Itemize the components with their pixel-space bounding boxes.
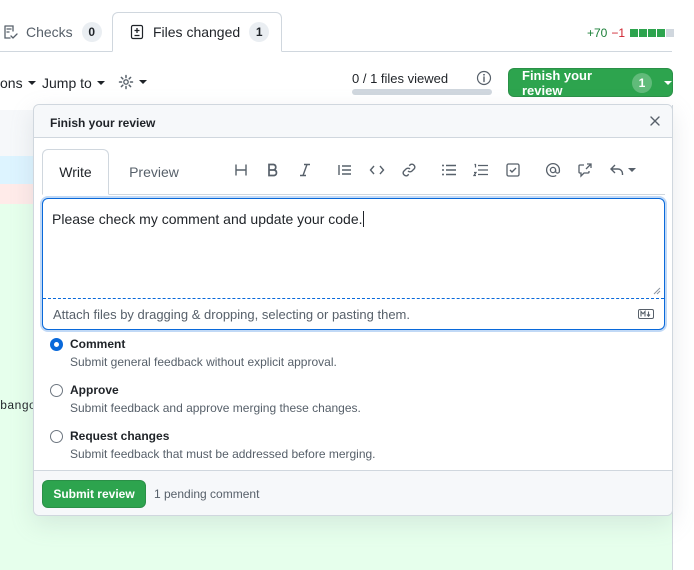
chevron-down-icon [96,81,105,85]
code-icon[interactable] [368,161,386,179]
files-viewed-label: 0 / 1 files viewed [352,71,449,86]
chevron-down-icon [139,80,147,84]
settings-dropdown[interactable] [118,74,147,90]
popover-header: Finish your review [34,105,672,138]
comment-value: Please check my comment and update your … [52,211,363,227]
italic-icon[interactable] [296,161,314,179]
popover-title: Finish your review [50,116,156,130]
comment-textarea[interactable]: Please check my comment and update your … [42,198,665,330]
files-viewed-progress: 0 / 1 files viewed [352,71,492,95]
chevron-down-icon [627,168,636,172]
pr-tabs-bar: Checks 0 Files changed 1 +70 −1 [0,0,694,52]
tab-files-changed[interactable]: Files changed 1 [112,12,282,52]
diff-hunk-strip [0,156,36,184]
option-comment-label: Comment [70,337,126,351]
diff-header-strip [0,110,36,156]
diffstat-square [639,29,648,37]
radio-comment[interactable] [50,338,63,351]
gear-icon [118,74,134,90]
markdown-toolbar [232,161,650,179]
heading-icon[interactable] [232,161,250,179]
diffstat-square [648,29,657,37]
option-comment-description: Submit general feedback without explicit… [70,355,337,369]
chevron-down-icon [27,81,36,85]
quote-icon[interactable] [336,161,354,179]
option-request-changes-description: Submit feedback that must be addressed b… [70,447,376,461]
editor-tabs: Write Preview [42,145,665,195]
tab-files-changed-label: Files changed [153,24,241,40]
tab-files-changed-counter: 1 [249,22,270,42]
diffstat-square [657,29,666,37]
option-approve-label: Approve [70,383,119,397]
finish-review-popover: Finish your review Write Preview Please … [33,104,673,516]
jump-to-label: Jump to [42,75,92,91]
tab-write[interactable]: Write [42,149,109,195]
diffstat-squares [629,29,675,37]
attach-files-hint[interactable]: Attach files by dragging & dropping, sel… [53,307,410,322]
files-viewed-bar [352,89,492,95]
diff-options-dropdown[interactable]: ons [0,75,36,91]
markdown-icon[interactable] [638,309,654,319]
diffstat: +70 −1 [587,26,675,40]
jump-to-dropdown[interactable]: Jump to [42,75,105,91]
resize-handle-icon[interactable] [653,287,661,295]
comment-editor: Write Preview Please check my comment an… [42,145,665,330]
diff-toolbar: ons Jump to 0 / 1 files viewed Finish yo… [0,60,694,106]
finish-review-label: Finish your review [522,67,593,98]
task-list-icon[interactable] [504,161,522,179]
link-icon[interactable] [400,161,418,179]
unordered-list-icon[interactable] [440,161,458,179]
cross-reference-icon[interactable] [576,161,594,179]
close-icon[interactable] [648,114,662,131]
popover-footer: Submit review 1 pending comment [34,470,672,515]
diffstat-square [666,29,675,37]
submit-review-button[interactable]: Submit review [42,480,146,508]
checklist-icon [4,25,18,39]
diff-options-label: ons [0,75,23,91]
comment-text: Please check my comment and update your … [52,211,364,227]
tab-checks-counter: 0 [81,22,102,42]
tab-preview[interactable]: Preview [115,149,193,195]
bold-icon[interactable] [264,161,282,179]
option-approve-description: Submit feedback and approve merging thes… [70,401,361,415]
pending-comment-count: 1 pending comment [154,487,260,501]
mention-icon[interactable] [544,161,562,179]
file-diff-icon [130,24,144,40]
editor-tabs-divider [42,194,665,195]
saved-reply-icon[interactable] [608,161,636,179]
tabs-divider [0,51,672,52]
diffstat-additions: +70 [587,26,608,40]
tab-checks-label: Checks [26,24,73,40]
ordered-list-icon[interactable] [472,161,490,179]
radio-request-changes[interactable] [50,430,63,443]
diffstat-deletions: −1 [611,26,626,40]
attach-divider [43,298,664,299]
tab-checks[interactable]: Checks 0 [0,13,102,51]
option-request-changes-label: Request changes [70,429,170,443]
diffstat-square [630,29,639,37]
deleted-line-strip [0,184,36,204]
finish-review-button[interactable]: Finish your review 1 [508,67,673,98]
info-icon[interactable] [476,70,492,89]
finish-review-counter: 1 [632,72,652,93]
radio-approve[interactable] [50,384,63,397]
chevron-down-icon [664,80,672,85]
text-cursor [362,211,364,227]
